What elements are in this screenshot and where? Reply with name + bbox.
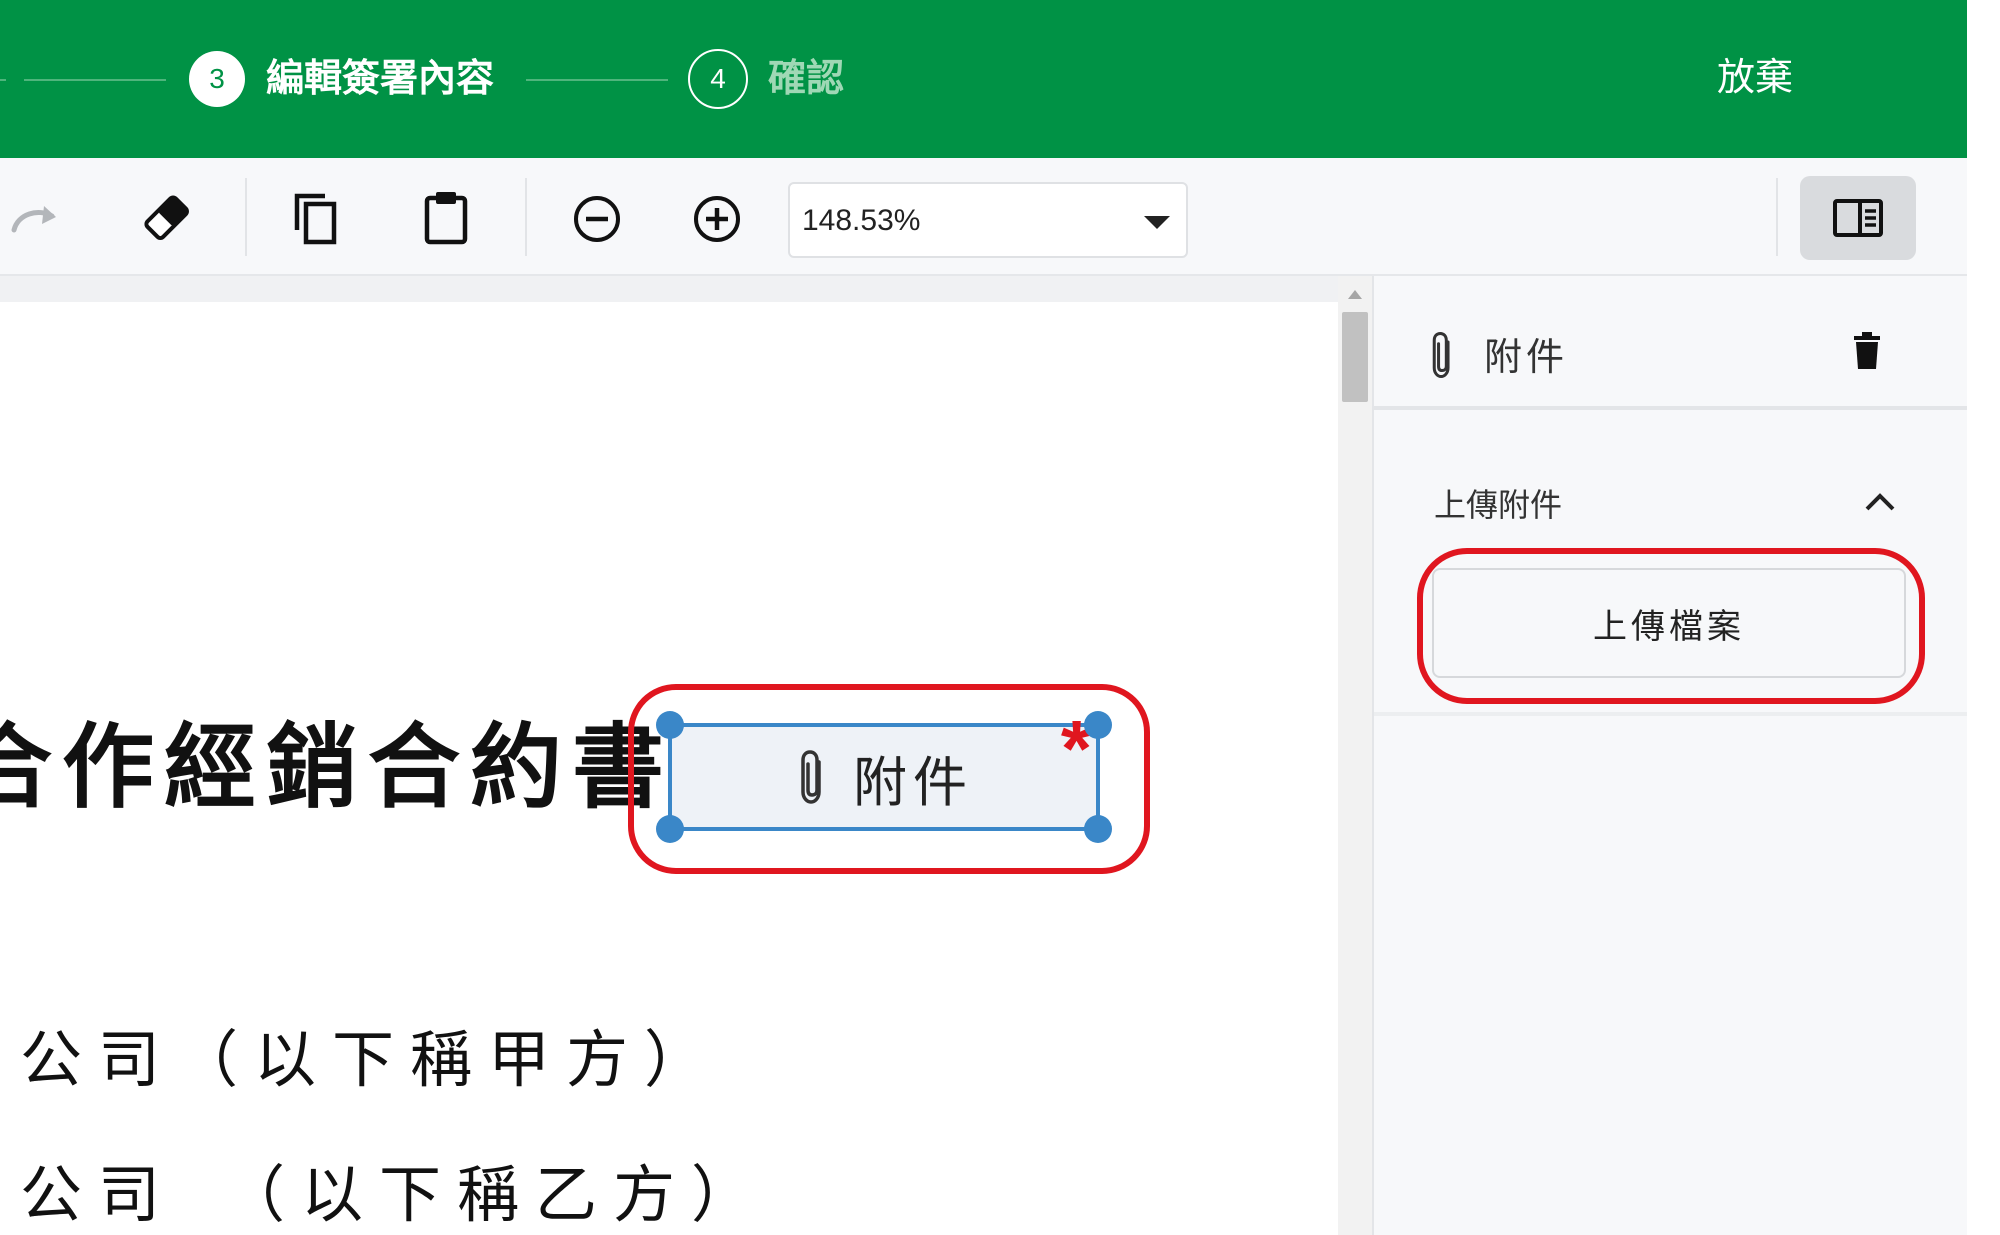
step-3-circle: 3 [189, 51, 245, 107]
toolbar-divider [525, 178, 527, 256]
eraser-button[interactable] [134, 186, 198, 248]
step-4-label: 確認 [768, 56, 845, 100]
attachment-properties-panel: 附件 上傳附件 上傳檔案 [1372, 276, 1967, 1235]
toolbar-divider [245, 178, 247, 256]
section-title: 上傳附件 [1434, 486, 1563, 524]
chevron-up-icon[interactable] [1864, 492, 1896, 512]
paste-icon [424, 192, 468, 245]
zoom-out-button[interactable] [566, 188, 628, 250]
highlight-outline-attachment-field [628, 684, 1150, 874]
step-4-circle: 4 [688, 49, 748, 109]
vertical-scrollbar[interactable] [1338, 276, 1372, 1235]
scroll-up-icon[interactable] [1348, 290, 1362, 299]
panel-title: 附件 [1484, 335, 1569, 379]
zoom-in-button[interactable] [686, 188, 748, 250]
copy-icon [294, 193, 337, 245]
trash-icon[interactable] [1852, 332, 1882, 370]
panel-header: 附件 [1374, 276, 1967, 410]
paperclip-icon [1432, 331, 1450, 379]
step-connector [526, 79, 668, 81]
copy-button[interactable] [284, 186, 348, 250]
window-edge [1967, 0, 2000, 1235]
step-3-label: 編輯簽署內容 [266, 56, 495, 100]
panel-toggle-icon [1833, 199, 1883, 237]
zoom-out-icon [574, 196, 620, 242]
document-line-party-b: 公司 （以下稱乙方） [20, 1158, 770, 1231]
paste-button[interactable] [414, 184, 478, 250]
chevron-down-icon [1144, 216, 1170, 229]
eraser-icon [144, 195, 189, 240]
scrollbar-thumb[interactable] [1342, 312, 1368, 402]
zoom-select[interactable]: 148.53% [788, 182, 1188, 258]
toolbar-divider [1776, 178, 1778, 256]
redo-button[interactable] [6, 190, 66, 244]
document-title: 合作經銷合約書 [0, 713, 675, 821]
zoom-in-icon [694, 196, 740, 242]
document-line-party-a: 公司（以下稱甲方） [20, 1023, 723, 1096]
abandon-button[interactable]: 放棄 [1717, 52, 1793, 102]
zoom-value: 148.53% [802, 204, 921, 237]
step-connector [0, 79, 6, 81]
editor-toolbar: 148.53% [0, 158, 1967, 276]
step-connector [24, 79, 166, 81]
highlight-outline-upload-button [1417, 548, 1925, 704]
redo-icon [11, 206, 56, 233]
top-step-bar: 3 編輯簽署內容 4 確認 放棄 [0, 0, 1967, 158]
document-page: 合作經銷合約書 公司（以下稱甲方） 公司 （以下稱乙方） 附件 * [0, 302, 1338, 1235]
side-panel-toggle-button[interactable] [1800, 176, 1916, 260]
document-viewer: 合作經銷合約書 公司（以下稱甲方） 公司 （以下稱乙方） 附件 * [0, 276, 1372, 1235]
